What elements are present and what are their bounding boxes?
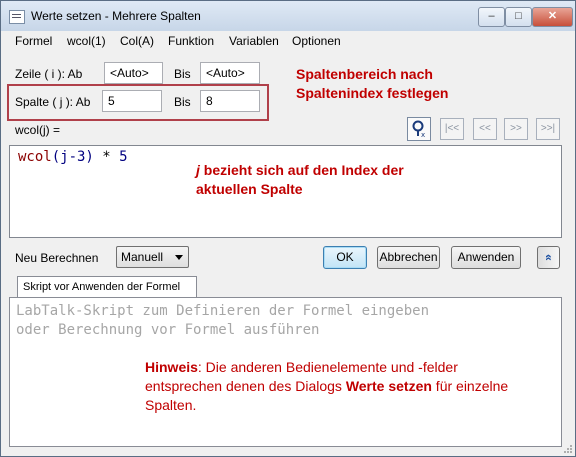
column-range-annotation: Spaltenbereich nach Spaltenindex festleg… (296, 65, 448, 103)
annotation-line1-rest: bezieht sich auf den Index der (199, 162, 404, 178)
search-formula-icon: x (412, 120, 425, 139)
formula-operator: * (93, 149, 120, 165)
first-column-button[interactable]: |<< (440, 118, 464, 140)
resize-grip-icon[interactable] (563, 444, 573, 454)
recalculate-label: Neu Berechnen (15, 251, 99, 265)
menu-wcol1[interactable]: wcol(1) (67, 34, 106, 48)
expand-button[interactable]: « (537, 246, 560, 269)
menu-funktion[interactable]: Funktion (168, 34, 214, 48)
formula-label: wcol(j) = (15, 123, 61, 137)
close-button[interactable]: ✕ (532, 7, 573, 27)
formula-argument: (j-3) (51, 149, 94, 165)
column-to-input[interactable]: 8 (200, 90, 260, 112)
row-from-label: Zeile ( i ): Ab (15, 67, 83, 81)
window-title: Werte setzen - Mehrere Spalten (31, 9, 201, 23)
title-bar[interactable]: Werte setzen - Mehrere Spalten – □ ✕ (1, 1, 575, 31)
row-to-input[interactable]: <Auto> (200, 62, 260, 84)
formula-helper-button[interactable]: x (407, 117, 431, 141)
svg-text:x: x (421, 131, 425, 139)
formula-text: wcol(j-3) * 5 (18, 149, 128, 165)
annotation-line: Spaltenbereich nach (296, 66, 433, 82)
formula-editor[interactable]: wcol(j-3) * 5 j bezieht sich auf den Ind… (9, 145, 562, 238)
last-column-button[interactable]: >>| (536, 118, 560, 140)
chevron-down-icon (175, 255, 183, 260)
annotation-line: j bezieht sich auf den Index der (196, 161, 404, 180)
window-icon (9, 10, 25, 24)
set-values-dialog: Werte setzen - Mehrere Spalten – □ ✕ For… (0, 0, 576, 457)
ok-button[interactable]: OK (323, 246, 367, 269)
hint-bold: Hinweis (145, 359, 198, 375)
recalculate-value: Manuell (121, 250, 164, 264)
apply-button[interactable]: Anwenden (451, 246, 521, 269)
tab-script-before-formula[interactable]: Skript vor Anwenden der Formel (17, 276, 197, 298)
menu-bar: Formel wcol(1) Col(A) Funktion Variablen… (1, 31, 575, 51)
menu-variablen[interactable]: Variablen (229, 34, 279, 48)
annotation-line2: aktuellen Spalte (196, 181, 303, 197)
formula-number: 5 (119, 149, 128, 165)
index-annotation: j bezieht sich auf den Index der aktuell… (196, 161, 404, 199)
column-to-label: Bis (174, 95, 191, 109)
column-from-input[interactable]: 5 (102, 90, 162, 112)
next-column-button[interactable]: >> (504, 118, 528, 140)
cancel-button[interactable]: Abbrechen (377, 246, 440, 269)
previous-column-button[interactable]: << (473, 118, 497, 140)
row-to-label: Bis (174, 67, 191, 81)
row-from-input[interactable]: <Auto> (104, 62, 163, 84)
menu-optionen[interactable]: Optionen (292, 34, 341, 48)
recalculate-dropdown[interactable]: Manuell (116, 246, 189, 268)
script-placeholder: LabTalk-Skript zum Definieren der Formel… (16, 303, 430, 338)
annotation-line: Spaltenindex festlegen (296, 85, 449, 101)
hint-bold2: Werte setzen (345, 378, 432, 394)
minimize-button[interactable]: – (478, 7, 505, 27)
formula-function: wcol (18, 149, 52, 165)
menu-cola[interactable]: Col(A) (120, 34, 154, 48)
column-from-label: Spalte ( j ): Ab (15, 95, 91, 109)
hint-text: Hinweis: Die anderen Bedienelemente und … (145, 358, 525, 415)
maximize-button[interactable]: □ (505, 7, 532, 27)
menu-formel[interactable]: Formel (15, 34, 52, 48)
